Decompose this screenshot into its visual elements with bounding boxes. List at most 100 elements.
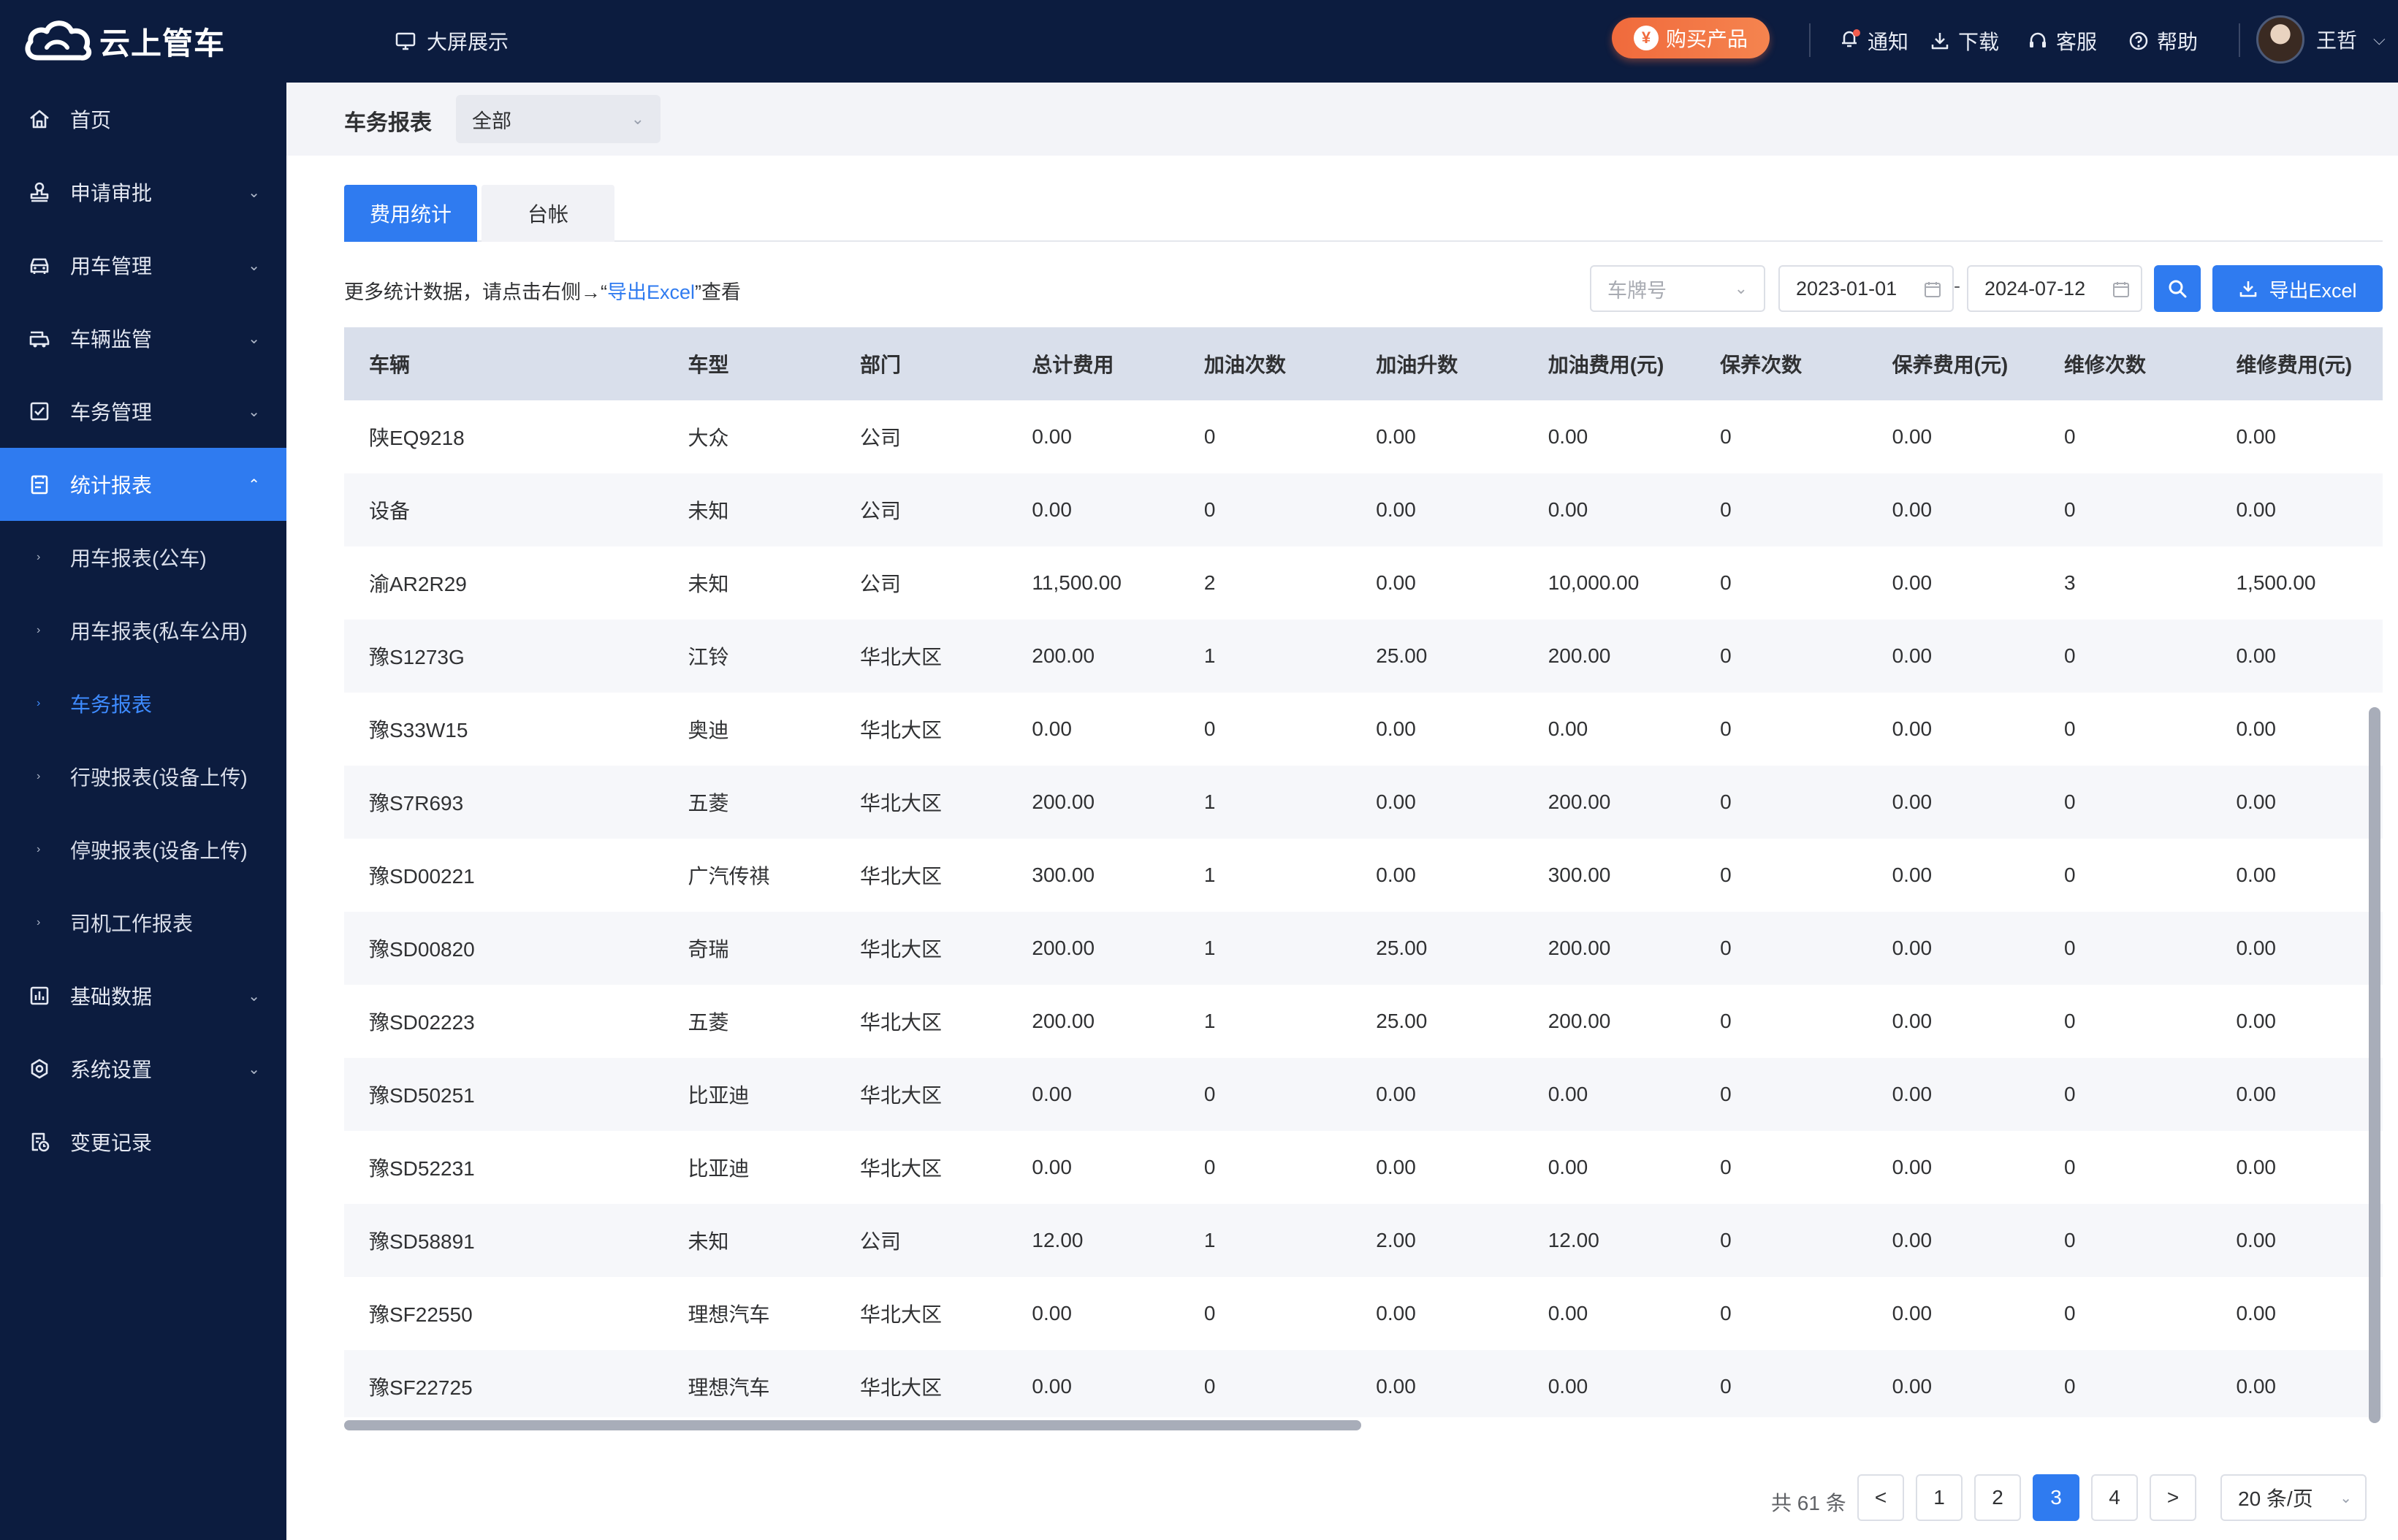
column-header[interactable]: 加油费用(元) [1523,327,1695,400]
pagination-page-button[interactable]: 1 [1916,1474,1963,1521]
chevron-down-icon: ⌄ [248,184,260,201]
table-row[interactable]: 豫SD52231 比亚迪 华北大区 0.00 0 0.00 0.00 0 0.00 0 0.00 [344,1131,2383,1204]
start-date-value: 2023-01-01 [1796,277,1898,300]
table-cell: 华北大区 [859,1157,942,1180]
bigscreen-link[interactable]: 大屏展示 [395,22,509,60]
notify-label: 通知 [1868,31,1909,53]
table-cell: 广汽传祺 [688,865,770,888]
tab-cost-stats[interactable]: 费用统计 [344,185,477,242]
column-header[interactable]: 保养次数 [1695,327,1867,400]
table-cell: 0.00 [1376,790,1416,813]
table-row[interactable]: 豫SD50251 比亚迪 华北大区 0.00 0 0.00 0.00 0 0.00 0 0.00 [344,1058,2383,1131]
table-cell: 0 [2064,1156,2076,1178]
table-cell: 五菱 [688,792,729,815]
pagination-prev-button[interactable]: < [1857,1474,1904,1521]
pagination-next-button[interactable]: > [2150,1474,2196,1521]
notify-link[interactable]: 通知 [1838,22,1908,60]
sidebar-item-car-affairs[interactable]: 车务管理 ⌄ [0,375,286,448]
table-cell: 0 [1720,1156,1732,1178]
end-date-input[interactable]: 2024-07-12 [1967,265,2142,312]
table-row[interactable]: 渝AR2R29 未知 公司 11,500.00 2 0.00 10,000.00 0 0.00 3… [344,546,2383,620]
user-menu[interactable]: 王哲 ⌵ [2316,25,2386,54]
table-cell: 0.00 [2236,644,2276,667]
export-excel-button[interactable]: 导出Excel [2212,265,2383,312]
table-cell: 0 [2064,790,2076,813]
column-header[interactable]: 维修次数 [2039,327,2211,400]
pagination-page-button[interactable]: 4 [2091,1474,2138,1521]
download-link[interactable]: 下载 [1929,22,1999,60]
table-cell: 华北大区 [859,865,942,888]
table-cell: 江铃 [688,646,729,668]
table-cell: 0.00 [1376,571,1416,594]
table-cell: 0.00 [1548,1156,1588,1178]
table-cell: 0.00 [1892,1083,1933,1105]
sidebar-subitem-car-affairs-report[interactable]: › 车务报表 [0,667,286,740]
page-size-select[interactable]: 20 条/页 ⌄ [2220,1474,2367,1521]
scope-select[interactable]: 全部 ⌄ [456,95,661,143]
search-button[interactable] [2154,265,2201,312]
user-avatar[interactable] [2256,15,2304,64]
sidebar-item-car-usage[interactable]: 用车管理 ⌄ [0,229,286,302]
table-row[interactable]: 豫SD58891 未知 公司 12.00 1 2.00 12.00 0 0.00 0 0.00 [344,1204,2383,1277]
column-header[interactable]: 车辆 [344,327,663,400]
column-header[interactable]: 车型 [663,327,835,400]
table-row[interactable]: 豫S1273G 江铃 华北大区 200.00 1 25.00 200.00 0 0.00 0 0.0… [344,620,2383,693]
help-link[interactable]: 帮助 [2128,22,2198,60]
sidebar-item-approval[interactable]: 申请审批 ⌄ [0,156,286,229]
column-header[interactable]: 总计费用 [1007,327,1179,400]
column-header[interactable]: 维修费用(元) [2211,327,2383,400]
table-cell: 1 [1203,1229,1216,1251]
table-cell: 1 [1203,864,1216,886]
sidebar-item-base-data[interactable]: 基础数据 ⌄ [0,959,286,1032]
sidebar-subitem-car-report-public[interactable]: › 用车报表(公车) [0,521,286,594]
table-cell: 未知 [688,1230,729,1253]
sidebar-subitem-parking-report[interactable]: › 停驶报表(设备上传) [0,813,286,886]
column-header[interactable]: 保养费用(元) [1868,327,2039,400]
pagination-page-button-current[interactable]: 3 [2033,1474,2079,1521]
table-row[interactable]: 豫SF22550 理想汽车 华北大区 0.00 0 0.00 0.00 0 0.00 0 0.00 [344,1277,2383,1350]
page-size-value: 20 条/页 [2238,1487,2313,1510]
tab-ledger[interactable]: 台帐 [481,185,614,242]
table-cell: 0.00 [1892,1156,1933,1178]
help-circle-icon [2129,31,2148,50]
sidebar-item-reports[interactable]: 统计报表 ⌃ [0,448,286,521]
sidebar-subitem-driving-report[interactable]: › 行驶报表(设备上传) [0,740,286,813]
vertical-scrollbar[interactable] [2369,707,2380,1423]
buy-product-button[interactable]: ¥ 购买产品 [1612,18,1770,58]
table-row[interactable]: 陕EQ9218 大众 公司 0.00 0 0.00 0.00 0 0.00 0 0.00 [344,400,2383,473]
table-row[interactable]: 设备 未知 公司 0.00 0 0.00 0.00 0 0.00 0 0.00 [344,473,2383,546]
table-cell: 豫SD52231 [369,1157,475,1180]
start-date-input[interactable]: 2023-01-01 [1778,265,1954,312]
table-row[interactable]: 豫SD00221 广汽传祺 华北大区 300.00 1 0.00 300.00 0 0.00 0 0… [344,839,2383,912]
table-row[interactable]: 豫SD02223 五菱 华北大区 200.00 1 25.00 200.00 0 0.00 0 0.… [344,985,2383,1058]
table-cell: 300.00 [1032,864,1095,886]
table-cell: 豫SD58891 [369,1230,475,1253]
plate-select[interactable]: 车牌号 ⌄ [1590,265,1765,312]
hint-export-link[interactable]: 导出Excel [607,281,695,303]
column-header[interactable]: 部门 [835,327,1007,400]
service-link[interactable]: 客服 [2027,22,2097,60]
table-row[interactable]: 豫SF22725 理想汽车 华北大区 0.00 0 0.00 0.00 0 0.00 0 0.00 [344,1350,2383,1417]
pagination-page-button[interactable]: 2 [1974,1474,2021,1521]
table-row[interactable]: 豫S33W15 奥迪 华北大区 0.00 0 0.00 0.00 0 0.00 0 0.00 [344,693,2383,766]
table-cell: 0.00 [1376,425,1416,448]
sidebar-subitem-driver-report[interactable]: › 司机工作报表 [0,886,286,959]
sidebar-subitem-car-report-private[interactable]: › 用车报表(私车公用) [0,594,286,667]
sidebar-item-settings[interactable]: 系统设置 ⌄ [0,1032,286,1105]
column-header[interactable]: 加油升数 [1351,327,1523,400]
app-logo[interactable]: 云上管车 [22,13,225,69]
cloud-logo-icon [25,20,92,61]
sidebar-item-home[interactable]: 首页 [0,83,286,156]
sidebar-item-label: 变更记录 [70,1132,153,1154]
table-cell: 1 [1203,790,1216,813]
table-cell: 华北大区 [859,1376,942,1399]
sidebar-item-vehicle-monitor[interactable]: 车辆监管 ⌄ [0,302,286,375]
table-cell: 0.00 [1376,864,1416,886]
column-header[interactable]: 加油次数 [1179,327,1351,400]
chevron-down-icon: ⌵ [2373,30,2386,48]
end-date-value: 2024-07-12 [1984,277,2086,300]
sidebar-item-change-log[interactable]: 变更记录 [0,1105,286,1178]
horizontal-scrollbar[interactable] [344,1420,1361,1430]
table-row[interactable]: 豫S7R693 五菱 华北大区 200.00 1 0.00 200.00 0 0.00 0 0.00 [344,766,2383,839]
table-row[interactable]: 豫SD00820 奇瑞 华北大区 200.00 1 25.00 200.00 0 0.00 0 0.… [344,912,2383,985]
